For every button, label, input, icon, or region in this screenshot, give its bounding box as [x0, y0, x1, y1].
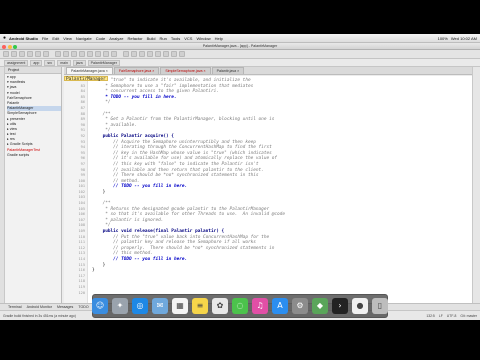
preferences-icon[interactable]: ⚙	[292, 297, 308, 314]
editor-tab[interactable]: FairSemaphore.java ×	[113, 67, 160, 74]
editor-tab[interactable]: PalantirManager.java ×	[66, 67, 113, 74]
toolbar-button[interactable]	[179, 51, 185, 57]
terminal-icon[interactable]: ›	[332, 297, 348, 314]
menu-help[interactable]: Help	[215, 36, 223, 41]
photos-icon[interactable]: ✿	[212, 297, 228, 314]
menu-edit[interactable]: Edit	[52, 36, 59, 41]
menu-run[interactable]: Run	[160, 36, 167, 41]
toolbar-button[interactable]	[11, 51, 17, 57]
code-line[interactable]: * Get a Palantir from the PalantirManage…	[92, 117, 285, 123]
toolbar-button[interactable]	[35, 51, 41, 57]
line-numbers: 8283848586878889909192939495969798991001…	[64, 78, 88, 296]
toolbar-button[interactable]	[71, 51, 77, 57]
breadcrumb-item[interactable]: PalantirManager	[87, 59, 120, 66]
trash-icon[interactable]: ▯	[372, 297, 388, 314]
project-tree: ▾ app ▾ manifests ▾ java ▾ model FairSem…	[0, 74, 61, 158]
editor-tab[interactable]: SimpleSemaphore.java ×	[160, 67, 211, 74]
toolbar-button[interactable]	[131, 51, 137, 57]
toolbar-button[interactable]	[155, 51, 161, 57]
toolbar-button[interactable]	[123, 51, 129, 57]
window-titlebar: PalantirManager.java - [app] - PalantirM…	[0, 43, 480, 50]
toolbar-button[interactable]	[19, 51, 25, 57]
safari-icon[interactable]: ◎	[132, 297, 148, 314]
close-window-button[interactable]	[2, 44, 6, 49]
toolbar-button[interactable]	[95, 51, 101, 57]
breadcrumb: assignment app src main java PalantirManager	[0, 59, 480, 67]
toolbar-button[interactable]	[63, 51, 69, 57]
code-line[interactable]: // this key with "false" to indicate the…	[92, 162, 285, 168]
toolbar-button[interactable]	[79, 51, 85, 57]
calendar-icon[interactable]: ▦	[172, 297, 188, 314]
editor-tabs: PalantirManager.java × FairSemaphore.java…	[64, 67, 480, 75]
toolbar-button[interactable]	[27, 51, 33, 57]
breadcrumb-item[interactable]: src	[44, 59, 56, 66]
messages-icon[interactable]: ◌	[232, 297, 248, 314]
finder-icon[interactable]: ☺	[92, 297, 108, 314]
menu-file[interactable]: File	[42, 36, 48, 41]
toolbar-button[interactable]	[3, 51, 9, 57]
screen: ● Android Studio File Edit View Navigate Cod…	[0, 34, 480, 320]
code-text[interactable]: * "true" to indicate it's available, and…	[92, 78, 285, 296]
window-controls	[2, 44, 17, 49]
toolbar-button[interactable]	[43, 51, 49, 57]
menu-bar: ● Android Studio File Edit View Navigate Cod…	[0, 34, 480, 43]
right-tool-strip[interactable]	[472, 67, 480, 303]
toolbar-button[interactable]	[111, 51, 117, 57]
class-breadcrumb-chip[interactable]: PalantirManager	[64, 76, 108, 82]
code-editor[interactable]: 8283848586878889909192939495969798991001…	[64, 76, 472, 303]
menu-status-area: 100% Wed 10:02 AM	[438, 36, 477, 41]
toolbar-button[interactable]	[171, 51, 177, 57]
itunes-icon[interactable]: ♫	[252, 297, 268, 314]
minimize-window-button[interactable]	[7, 44, 12, 49]
breadcrumb-item[interactable]: assignment	[4, 59, 29, 66]
menu-tools[interactable]: Tools	[171, 36, 180, 41]
menu-refactor[interactable]: Refactor	[127, 36, 142, 41]
menu-view[interactable]: View	[63, 36, 72, 41]
chrome-icon[interactable]: ●	[352, 297, 368, 314]
notes-icon[interactable]: ≡	[192, 297, 208, 314]
breadcrumb-item[interactable]: main	[57, 59, 71, 66]
project-panel: Project ▾ app ▾ manifests ▾ java ▾ model…	[0, 67, 62, 303]
menu-code[interactable]: Code	[96, 36, 106, 41]
clock[interactable]: Wed 10:02 AM	[451, 36, 477, 41]
tree-item[interactable]: Gradle scripts	[7, 153, 61, 158]
menu-window[interactable]: Window	[196, 36, 210, 41]
dock: ☺ ✦ ◎ ✉ ▦ ≡ ✿ ◌ ♫ A ⚙ ◆ › ● ▯	[0, 291, 480, 320]
breadcrumb-item[interactable]: java	[72, 59, 86, 66]
appstore-icon[interactable]: A	[272, 297, 288, 314]
android-studio-icon[interactable]: ◆	[312, 297, 328, 314]
breadcrumb-item[interactable]: app	[30, 59, 43, 66]
toolbar-button[interactable]	[87, 51, 93, 57]
left-tool-strip[interactable]	[0, 67, 5, 303]
mail-icon[interactable]: ✉	[152, 297, 168, 314]
toolbar-button[interactable]	[163, 51, 169, 57]
menu-items: File Edit View Navigate Code Analyze Refactor B…	[42, 36, 227, 41]
window-title: PalantirManager.java - [app] - PalantirM…	[202, 44, 278, 48]
toolbar-button[interactable]	[147, 51, 153, 57]
menu-navigate[interactable]: Navigate	[76, 36, 92, 41]
code-line[interactable]: // iterating through the ConcurrentHashM…	[92, 145, 285, 151]
menu-vcs[interactable]: VCS	[184, 36, 192, 41]
menu-build[interactable]: Build	[147, 36, 156, 41]
code-line[interactable]: // There should be *no* synchronized sta…	[92, 173, 285, 179]
battery-status[interactable]: 100%	[438, 36, 448, 41]
launchpad-icon[interactable]: ✦	[112, 297, 128, 314]
toolbar-button[interactable]	[55, 51, 61, 57]
editor-tab[interactable]: Palantir.java ×	[211, 67, 245, 74]
main-toolbar	[0, 50, 480, 59]
project-panel-header[interactable]: Project	[0, 67, 61, 74]
menu-app-name[interactable]: Android Studio	[9, 36, 38, 41]
menu-analyze[interactable]: Analyze	[109, 36, 123, 41]
apple-icon[interactable]: ●	[3, 35, 6, 41]
toolbar-button[interactable]	[103, 51, 109, 57]
toolbar-button[interactable]	[139, 51, 145, 57]
zoom-window-button[interactable]	[13, 44, 17, 49]
